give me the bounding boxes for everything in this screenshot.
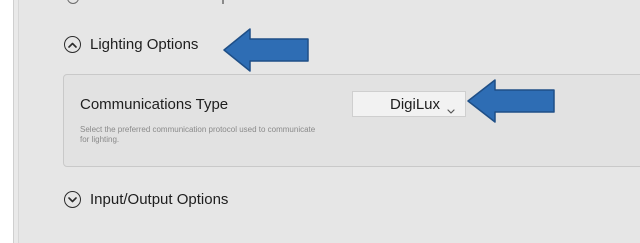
arrow-left-icon: [223, 28, 309, 72]
chevron-down-icon[interactable]: [64, 191, 81, 208]
communications-type-select[interactable]: DigiLux: [352, 91, 466, 117]
chevron-up-icon[interactable]: [64, 36, 81, 53]
chevron-down-icon: [447, 101, 455, 119]
communications-type-help: Select the preferred communication proto…: [80, 125, 316, 144]
lighting-options-header[interactable]: Lighting Options: [64, 36, 198, 53]
input-output-options-header[interactable]: Input/Output Options: [64, 191, 228, 208]
lighting-options-label: Lighting Options: [90, 36, 199, 53]
input-output-options-label: Input/Output Options: [90, 191, 229, 208]
settings-page: Lighting Options Communications Type Sel…: [0, 0, 640, 243]
communications-type-label: Communications Type: [80, 96, 229, 113]
arrow-left-icon: [467, 79, 555, 123]
partial-text-remnant: [222, 0, 224, 4]
communications-type-value: DigiLux: [390, 96, 441, 113]
left-margin: [0, 0, 13, 243]
